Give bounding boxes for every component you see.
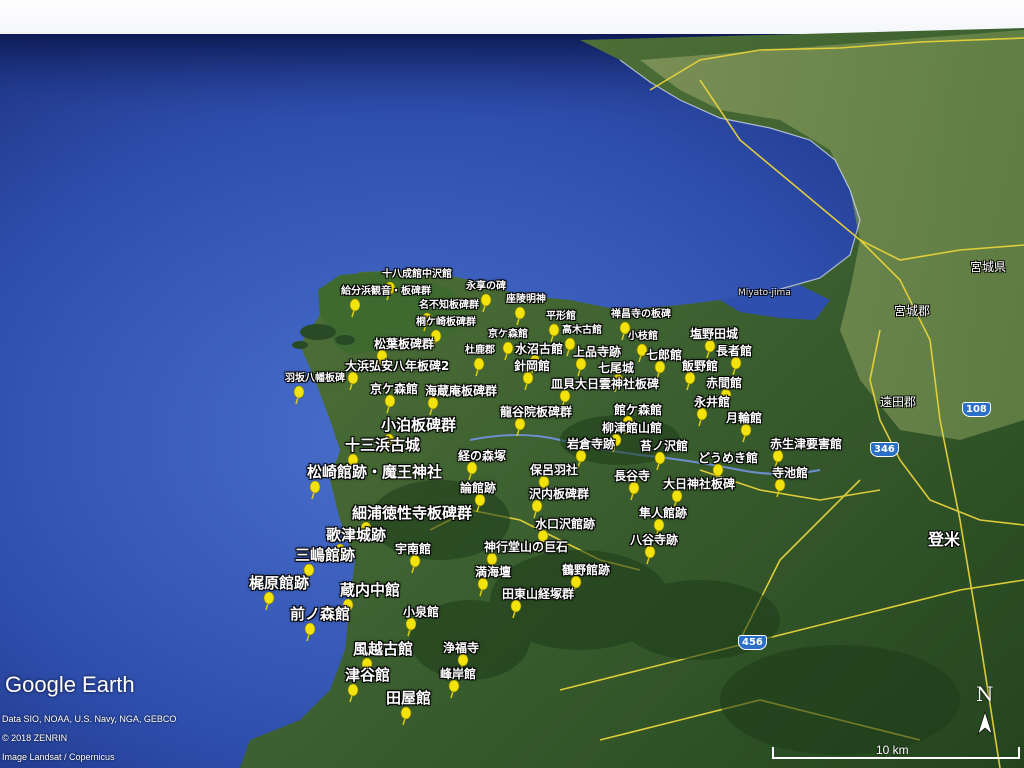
placemark-label[interactable]: 岩倉寺跡: [567, 438, 615, 450]
placemark-label[interactable]: 京ケ森館: [370, 383, 418, 395]
place-label-miyagi-ken[interactable]: 宮城県: [970, 258, 1006, 275]
placemark-label[interactable]: 永井館: [694, 396, 730, 408]
place-label-tome[interactable]: 登米: [928, 526, 960, 550]
placemark-label[interactable]: 七郎館: [646, 349, 682, 361]
placemark-label[interactable]: どうめき館: [698, 452, 758, 464]
placemark-label[interactable]: 宇南館: [395, 543, 431, 555]
credit-data: Data SIO, NOAA, U.S. Navy, NGA, GEBCO: [2, 714, 177, 724]
placemark-label[interactable]: 水口沢館跡: [535, 518, 595, 530]
placemark-label[interactable]: 峰岸館: [440, 668, 476, 680]
placemark-label[interactable]: 小泊板碑群: [381, 418, 456, 433]
north-arrow-icon: [977, 711, 993, 735]
placemark-label[interactable]: 小枝館: [628, 332, 658, 342]
placemark-label[interactable]: 七尾城: [598, 362, 634, 374]
placemark-label[interactable]: 月輪館: [726, 412, 762, 424]
island: [300, 324, 336, 340]
placemark-label[interactable]: 館ケ森館: [614, 404, 662, 416]
placemark-label[interactable]: 経の森塚: [458, 450, 506, 462]
placemark-label[interactable]: 名不知板碑群: [419, 301, 479, 311]
placemark-label[interactable]: 津谷館: [345, 668, 390, 683]
placemark-label[interactable]: 長谷寺: [614, 470, 650, 482]
scale-label: 10 km: [876, 743, 909, 757]
placemark-label[interactable]: 大浜弘安八年板碑2: [345, 360, 449, 372]
route-shield-456[interactable]: 456: [738, 635, 767, 650]
placemark-label[interactable]: 禅昌寺の板碑: [611, 310, 671, 320]
placemark-label[interactable]: 上品寺跡: [573, 346, 621, 358]
route-shield-108[interactable]: 108: [962, 402, 991, 417]
placemark-label[interactable]: 十三浜古城: [345, 438, 420, 453]
placemark-label[interactable]: 蔵内中館: [340, 583, 400, 598]
placemark-label[interactable]: 給分浜観音・板碑群: [341, 287, 431, 297]
placemark-label[interactable]: 八谷寺跡: [630, 534, 678, 546]
island: [292, 341, 308, 349]
scale-bar: 10 km: [772, 743, 1020, 763]
google-earth-logo: Google Earth: [5, 672, 135, 697]
placemark-label[interactable]: 細浦徳性寺板碑群: [352, 506, 472, 521]
placemark-label[interactable]: 風越古館: [353, 642, 413, 657]
place-label-miyagi-gun[interactable]: 宮城郡: [894, 302, 930, 319]
placemark-label[interactable]: 海蔵庵板碑群: [425, 385, 497, 397]
placemark-label[interactable]: 水沼古館: [515, 343, 563, 355]
placemark-label[interactable]: 保呂羽社: [530, 464, 578, 476]
placemark-label[interactable]: 浄福寺: [443, 642, 479, 654]
placemark-label[interactable]: 満海壇: [475, 566, 511, 578]
placemark-label[interactable]: 大日神社板碑: [663, 478, 735, 490]
placemark-label[interactable]: 塩野田城: [690, 328, 738, 340]
map-viewport[interactable]: 十八成館中沢館給分浜観音・板碑群 永享の碑名不知板碑群 座陵明神桐ケ崎板碑群 平形館 禅…: [0, 0, 1024, 768]
placemark-label[interactable]: 歌津城跡: [326, 528, 386, 543]
placemark-label[interactable]: 沢内板碑群: [529, 488, 589, 500]
placemark-label[interactable]: 松崎館跡・魔王神社: [307, 465, 442, 480]
placemark-label[interactable]: 高木古館: [562, 326, 602, 336]
placemark-label[interactable]: 十八成館中沢館: [382, 270, 452, 280]
island: [335, 335, 355, 345]
credit-imagery: Image Landsat / Copernicus: [2, 752, 115, 762]
placemark-label[interactable]: 田東山経塚群: [502, 588, 574, 600]
placemark-label[interactable]: 飯野館: [682, 360, 718, 372]
placemark-label[interactable]: 針岡館: [514, 360, 550, 372]
placemark-label[interactable]: 長者館: [716, 345, 752, 357]
placemark-label[interactable]: 皿貝大日雲神社板碑: [551, 378, 659, 390]
placemark-label[interactable]: 龍谷院板碑群: [500, 406, 572, 418]
placemark-label[interactable]: 赤生津要害館: [770, 438, 842, 450]
placemark-label[interactable]: 杜鹿郡: [465, 346, 495, 356]
placemark-label[interactable]: 隼人館跡: [639, 507, 687, 519]
placemark-label[interactable]: 田屋館: [386, 691, 431, 706]
placemark-label[interactable]: 羽坂八幡板碑: [285, 374, 345, 384]
placemark-label[interactable]: 鶴野館跡: [562, 564, 610, 576]
placemark-label[interactable]: 平形館: [546, 312, 576, 322]
placemark-label[interactable]: 寺池館: [772, 467, 808, 479]
placemark-label[interactable]: 前ノ森館: [290, 607, 350, 622]
placemark-label[interactable]: 柳津館山館: [602, 422, 662, 434]
credit-zenrin: © 2018 ZENRIN: [2, 733, 68, 743]
placemark-label[interactable]: 神行堂山の巨石: [484, 541, 568, 553]
scale-line: [772, 757, 1018, 759]
terrain-imagery[interactable]: [0, 0, 1024, 768]
route-shield-346[interactable]: 346: [870, 442, 899, 457]
scale-tick-left: [772, 747, 774, 759]
placemark-label[interactable]: 小泉館: [403, 606, 439, 618]
placemark-label[interactable]: 三嶋館跡: [295, 548, 355, 563]
placemark-label[interactable]: 赤間館: [706, 377, 742, 389]
placemark-label[interactable]: 苔ノ沢館: [640, 440, 688, 452]
place-label-miyato-jima[interactable]: Miyato-jima: [738, 288, 791, 298]
place-label-toda-gun[interactable]: 遠田郡: [880, 393, 916, 410]
placemark-label[interactable]: 京ケ森館: [488, 330, 528, 340]
north-compass[interactable]: N: [968, 682, 1002, 740]
scale-tick-right: [1018, 747, 1020, 759]
placemark-label[interactable]: 座陵明神: [506, 295, 546, 305]
placemark-label[interactable]: 松葉板碑群: [374, 338, 434, 350]
placemark-label[interactable]: 論館跡: [460, 482, 496, 494]
placemark-label[interactable]: 永享の碑: [466, 282, 506, 292]
placemark-label[interactable]: 桐ケ崎板碑群: [416, 318, 476, 328]
placemark-label[interactable]: 梶原館跡: [249, 576, 309, 591]
